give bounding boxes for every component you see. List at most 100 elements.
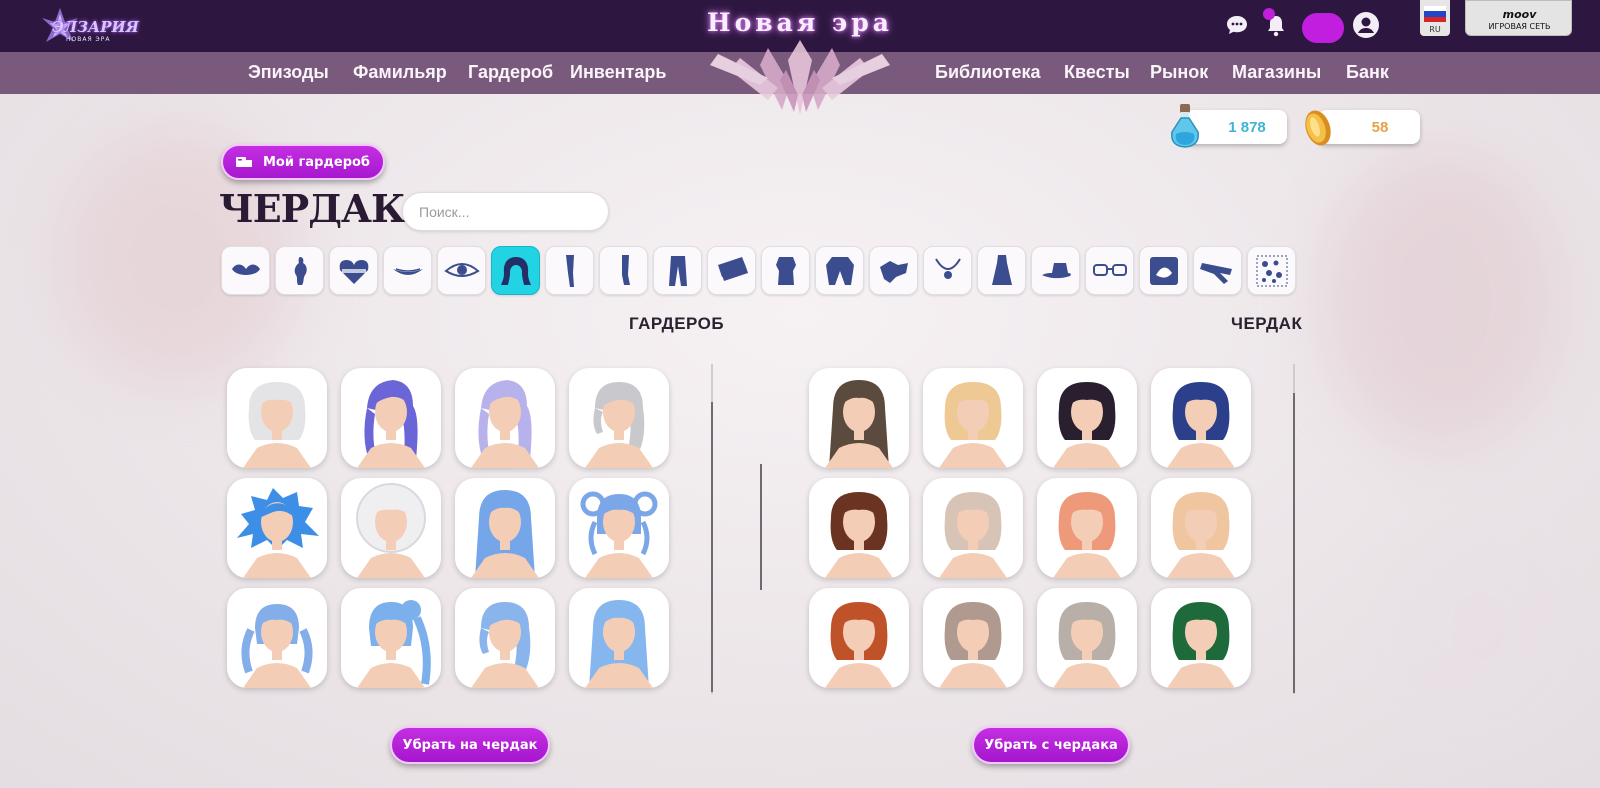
category-tab-dress[interactable] — [977, 246, 1026, 295]
hair-thumbnail-icon — [825, 492, 893, 578]
category-tab-socks[interactable] — [599, 246, 648, 295]
wardrobe-hair-item[interactable] — [569, 368, 669, 468]
hair-thumbnail-icon — [243, 382, 311, 468]
dress-icon — [991, 254, 1012, 285]
attic-hair-item[interactable] — [809, 478, 909, 578]
nav-item-inventory[interactable]: Инвентарь — [570, 62, 666, 83]
category-tab-glasses[interactable] — [1085, 246, 1134, 295]
top-icon — [775, 256, 796, 285]
attic-hair-item[interactable] — [1151, 478, 1251, 578]
mouth-icon — [392, 267, 423, 275]
category-tab-gloves[interactable] — [869, 246, 918, 295]
wardrobe-hair-item[interactable] — [341, 588, 441, 688]
category-tab-top[interactable] — [761, 246, 810, 295]
attic-scrollbar[interactable] — [1293, 393, 1295, 693]
nav-item-library[interactable]: Библиотека — [935, 62, 1041, 83]
hair-thumbnail-icon — [1167, 602, 1235, 688]
background-blur — [1320, 150, 1560, 450]
status-pill[interactable] — [1302, 13, 1344, 43]
pants-icon — [668, 255, 687, 286]
attic-hair-item[interactable] — [1151, 368, 1251, 468]
category-tab-body[interactable] — [275, 246, 324, 295]
partner-brand: moov — [1502, 8, 1537, 21]
category-tab-pants[interactable] — [653, 246, 702, 295]
wardrobe-hair-item[interactable] — [227, 478, 327, 578]
nav-item-bank[interactable]: Банк — [1346, 62, 1389, 83]
nav-item-shops[interactable]: Магазины — [1232, 62, 1321, 83]
category-tab-legs-skin[interactable] — [545, 246, 594, 295]
category-tab-jacket[interactable] — [815, 246, 864, 295]
hair-thumbnail-icon — [585, 600, 653, 688]
attic-hair-item[interactable] — [923, 478, 1023, 578]
eye-icon — [443, 262, 480, 277]
hair-thumbnail-icon — [1167, 492, 1235, 578]
category-tab-background[interactable] — [1139, 246, 1188, 295]
hair-thumbnail-icon — [939, 602, 1007, 688]
category-tab-skirt[interactable] — [707, 246, 756, 295]
hair-thumbnail-icon — [825, 380, 893, 468]
glasses-icon — [1092, 263, 1127, 276]
wardrobe-hair-item[interactable] — [455, 478, 555, 578]
crystal-decoration-icon — [710, 40, 890, 115]
nav-item-episodes[interactable]: Эпизоды — [248, 62, 329, 83]
category-tab-mouth[interactable] — [383, 246, 432, 295]
category-tab-necklace[interactable] — [923, 246, 972, 295]
potion-icon — [1171, 104, 1199, 148]
nav-item-market[interactable]: Рынок — [1150, 62, 1208, 83]
partner-network-link[interactable]: moov ИГРОВАЯ СЕТЬ — [1465, 0, 1572, 36]
heart-tattoo-icon — [339, 259, 368, 284]
my-wardrobe-label: Мой гардероб — [263, 154, 371, 170]
wardrobe-hair-item[interactable] — [569, 478, 669, 578]
wardrobe-hair-item[interactable] — [341, 478, 441, 578]
attic-hair-item[interactable] — [1037, 368, 1137, 468]
attic-hair-item[interactable] — [809, 368, 909, 468]
hair-thumbnail-icon — [580, 491, 658, 578]
wardrobe-hair-item[interactable] — [455, 588, 555, 688]
attic-hair-item[interactable] — [809, 588, 909, 688]
hair-thumbnail-icon — [471, 602, 539, 688]
attic-hair-item[interactable] — [1037, 478, 1137, 578]
hair-thumbnail-icon — [939, 492, 1007, 578]
hair-thumbnail-icon — [825, 602, 893, 688]
wardrobe-column-title: ГАРДЕРОБ — [629, 314, 725, 333]
gloves-icon — [879, 260, 908, 283]
wardrobe-hair-item[interactable] — [227, 368, 327, 468]
hair-thumbnail-icon — [237, 488, 319, 578]
attic-hair-item[interactable] — [1151, 588, 1251, 688]
nav-item-familiar[interactable]: Фамильяр — [353, 62, 447, 83]
hair-thumbnail-icon — [1053, 382, 1121, 468]
nav-item-wardrobe[interactable]: Гардероб — [468, 62, 553, 83]
leg-icon — [565, 254, 574, 287]
my-wardrobe-button[interactable]: Мой гардероб — [221, 144, 385, 180]
hair-thumbnail-icon — [471, 380, 539, 468]
logo-subtitle: НОВАЯ ЭРА — [66, 36, 111, 43]
wardrobe-hair-item[interactable] — [569, 588, 669, 688]
language-selector[interactable]: RU — [1420, 0, 1450, 36]
category-tab-hat[interactable] — [1031, 246, 1080, 295]
user-avatar-icon[interactable] — [1351, 10, 1381, 40]
wardrobe-icon — [236, 157, 252, 167]
category-tab-makeup-lips[interactable] — [221, 246, 270, 295]
attic-column-title: ЧЕРДАК — [1231, 314, 1303, 333]
category-tab-accessory[interactable] — [1193, 246, 1242, 295]
category-tab-eyes[interactable] — [437, 246, 486, 295]
category-tab-pattern[interactable] — [1247, 246, 1296, 295]
wardrobe-hair-item[interactable] — [455, 368, 555, 468]
category-tab-tattoo[interactable] — [329, 246, 378, 295]
hair-thumbnail-icon — [241, 604, 313, 688]
category-tab-hair[interactable] — [491, 246, 540, 295]
move-to-attic-button[interactable]: Убрать на чердак — [390, 726, 550, 764]
attic-hair-item[interactable] — [1037, 588, 1137, 688]
wardrobe-hair-item[interactable] — [341, 368, 441, 468]
wardrobe-scrollbar[interactable] — [711, 402, 713, 692]
search-input[interactable] — [402, 192, 609, 231]
attic-hair-item[interactable] — [923, 588, 1023, 688]
lips-icon — [231, 264, 260, 275]
move-from-attic-button[interactable]: Убрать с чердака — [972, 726, 1130, 764]
attic-hair-item[interactable] — [923, 368, 1023, 468]
hat-icon — [1041, 262, 1071, 278]
chat-icon[interactable] — [1223, 10, 1251, 40]
stocking-icon — [621, 254, 630, 285]
wardrobe-hair-item[interactable] — [227, 588, 327, 688]
nav-item-quests[interactable]: Квесты — [1064, 62, 1130, 83]
